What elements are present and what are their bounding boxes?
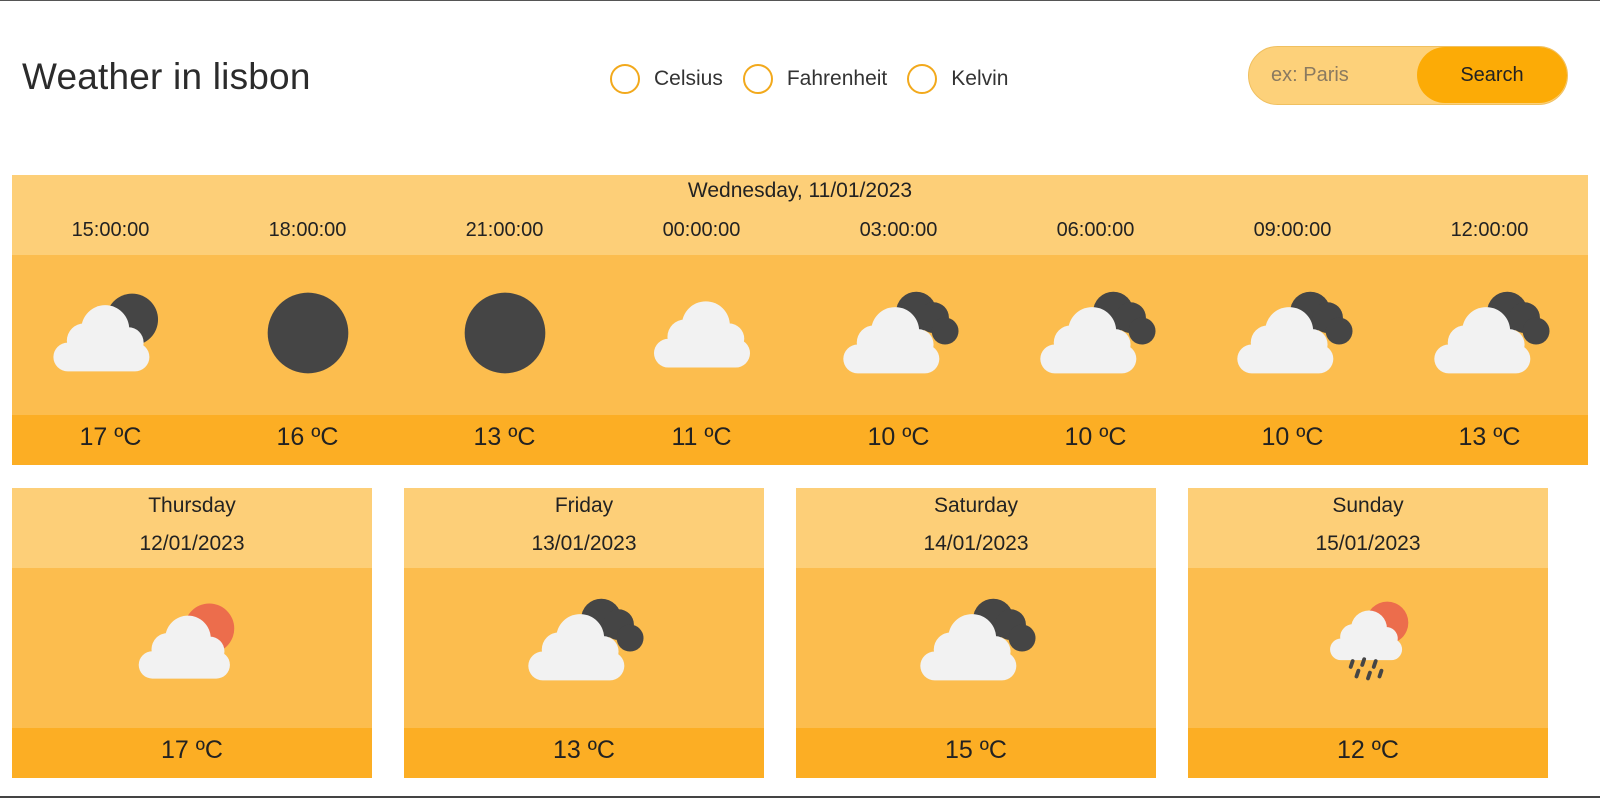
card-footer: 12 ºC [1188,728,1548,778]
hour-temperature: 16 ºC [276,423,339,451]
unit-option-fahrenheit[interactable]: Fahrenheit [742,64,888,94]
card-date: 12/01/2023 [139,532,245,555]
hour-temperature: 13 ºC [1458,423,1521,451]
card-temperature: 15 ºC [945,736,1007,764]
hour-column: 21:00:00 13 ºC [406,175,603,465]
cloud-icon [642,285,762,381]
hour-time: 18:00:00 [268,219,347,241]
hour-time: 21:00:00 [465,219,544,241]
card-header: Friday 13/01/2023 [404,488,764,568]
card-footer: 17 ºC [12,728,372,778]
hour-time: 12:00:00 [1450,219,1529,241]
hour-temperature: 10 ºC [1064,423,1127,451]
forecast-card: Sunday 15/01/2023 12 ºC [1188,488,1548,778]
forecast-card: Friday 13/01/2023 13 ºC [404,488,764,778]
cloud-dark-cloud-icon [1036,285,1156,381]
hour-column: 15:00:00 17 ºC [12,175,209,465]
card-header: Sunday 15/01/2023 [1188,488,1548,568]
card-date: 14/01/2023 [923,532,1029,555]
cloud-dark-cloud-icon [524,592,644,688]
card-body [12,568,372,728]
card-day: Sunday [1332,494,1404,517]
hour-column: 18:00:00 16 ºC [209,175,406,465]
card-day: Saturday [933,494,1019,517]
celsius-radio[interactable] [610,64,640,94]
forecast-card: Saturday 14/01/2023 15 ºC [796,488,1156,778]
unit-selector: Celsius Fahrenheit Kelvin [610,64,1028,94]
cloud-dark-cloud-icon [839,285,959,381]
unit-label: Kelvin [951,67,1009,90]
top-border [0,0,1600,1]
cloud-sun-icon [132,592,252,688]
card-footer: 13 ºC [404,728,764,778]
cloud-dark-cloud-icon [1430,285,1550,381]
hour-column: 09:00:00 10 ºC [1194,175,1391,465]
search-bar: Search [1248,46,1568,105]
card-header: Saturday 14/01/2023 [796,488,1156,568]
hour-time: 06:00:00 [1056,219,1135,241]
card-temperature: 13 ºC [553,736,615,764]
cloud-dark-cloud-icon [1233,285,1353,381]
kelvin-radio[interactable] [907,64,938,94]
card-temperature: 17 ºC [161,736,223,764]
card-footer: 15 ºC [796,728,1156,778]
card-day: Friday [554,494,614,517]
hour-time: 00:00:00 [662,219,741,241]
hour-column: 12:00:00 13 ºC [1391,175,1588,465]
hour-time: 03:00:00 [859,219,938,241]
card-body [1188,568,1548,728]
hour-temperature: 11 ºC [671,423,732,451]
card-body [404,568,764,728]
unit-option-kelvin[interactable]: Kelvin [907,64,1008,94]
hour-time: 15:00:00 [71,219,150,241]
daily-forecast: Thursday 12/01/2023 17 ºC Friday 13/01/2… [12,488,1588,778]
unit-label: Celsius [654,67,723,90]
hour-temperature: 17 ºC [79,423,142,451]
unit-option-celsius[interactable]: Celsius [610,64,723,94]
full-moon-icon [248,285,368,381]
cloud-moon-icon [51,285,171,381]
card-header: Thursday 12/01/2023 [12,488,372,568]
forecast-card: Thursday 12/01/2023 17 ºC [12,488,372,778]
today-panel: Wednesday, 11/01/2023 15:00:00 17 ºC 18:0… [12,175,1588,465]
rain-cloud-sun-icon [1308,592,1428,688]
page-title: Weather in lisbon [22,56,311,97]
card-temperature: 12 ºC [1337,736,1399,764]
fahrenheit-radio[interactable] [742,64,773,94]
full-moon-icon [445,285,565,381]
hour-time: 09:00:00 [1253,219,1332,241]
hour-temperature: 13 ºC [473,423,536,451]
cloud-dark-cloud-icon [916,592,1036,688]
search-input[interactable] [1249,47,1424,103]
unit-label: Fahrenheit [786,67,888,90]
card-date: 13/01/2023 [531,532,637,555]
hour-temperature: 10 ºC [867,423,930,451]
card-day: Thursday [148,494,236,517]
hourly-forecast: 15:00:00 17 ºC 18:00:00 16 ºC 21:00:00 13 … [12,175,1588,465]
hour-column: 00:00:00 11 ºC [603,175,800,465]
card-date: 15/01/2023 [1315,532,1421,555]
search-button[interactable]: Search [1417,47,1567,103]
card-body [796,568,1156,728]
hour-column: 03:00:00 10 ºC [800,175,997,465]
hour-column: 06:00:00 10 ºC [997,175,1194,465]
hour-temperature: 10 ºC [1261,423,1324,451]
